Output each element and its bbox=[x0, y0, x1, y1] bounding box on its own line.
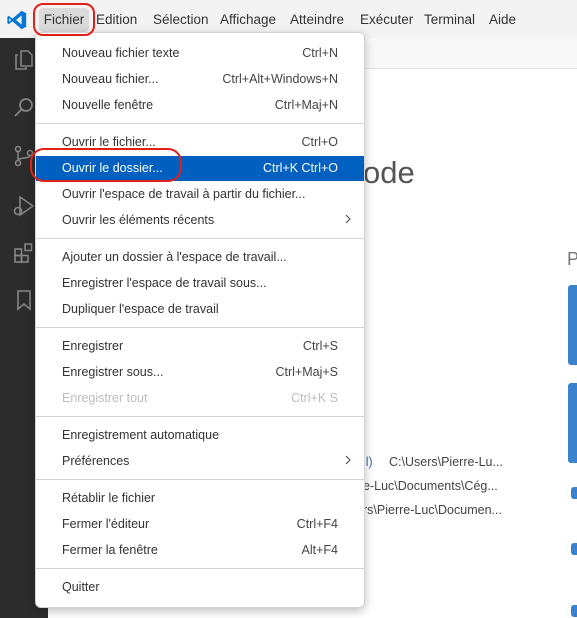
menu-item-shortcut: Ctrl+Alt+Windows+N bbox=[222, 72, 338, 86]
menu-executer[interactable]: Exécuter bbox=[360, 10, 413, 30]
annotation-circle-open-folder bbox=[30, 148, 182, 182]
walkthrough-item[interactable] bbox=[571, 487, 577, 499]
menu-item-label: Fermer l'éditeur bbox=[62, 517, 150, 531]
menu-item-label: Nouveau fichier texte bbox=[62, 46, 180, 60]
menu-item-label: Enregistrer l'espace de travail sous... bbox=[62, 276, 267, 290]
chevron-right-icon bbox=[345, 455, 351, 465]
menu-separator bbox=[36, 568, 364, 569]
menu-item-label: Enregistrer sous... bbox=[62, 365, 164, 379]
menu-item-label: Ouvrir les éléments récents bbox=[62, 213, 215, 227]
menu-atteindre[interactable]: Atteindre bbox=[290, 10, 344, 30]
menu-item-new-file[interactable]: Nouveau fichier... Ctrl+Alt+Windows+N bbox=[36, 67, 364, 92]
run-debug-icon[interactable] bbox=[12, 194, 36, 218]
walkthrough-item[interactable] bbox=[571, 605, 577, 617]
menu-separator bbox=[36, 123, 364, 124]
explorer-icon[interactable] bbox=[12, 48, 36, 72]
vscode-logo-icon bbox=[7, 10, 27, 30]
menu-item-preferences[interactable]: Préférences bbox=[36, 449, 364, 474]
menu-item-close-editor[interactable]: Fermer l'éditeur Ctrl+F4 bbox=[36, 512, 364, 537]
menu-terminal[interactable]: Terminal bbox=[424, 10, 475, 30]
menu-item-open-workspace-from-file[interactable]: Ouvrir l'espace de travail à partir du f… bbox=[36, 182, 364, 207]
menu-item-duplicate-workspace[interactable]: Dupliquer l'espace de travail bbox=[36, 297, 364, 322]
annotation-circle-fichier bbox=[33, 3, 95, 36]
recent-path: e-Luc\Documents\Cég... bbox=[363, 479, 498, 493]
menu-item-label: Dupliquer l'espace de travail bbox=[62, 302, 219, 316]
menu-item-shortcut: Alt+F4 bbox=[301, 543, 338, 557]
menu-item-label: Enregistrer bbox=[62, 339, 124, 353]
menu-item-label: Ajouter un dossier à l'espace de travail… bbox=[62, 250, 287, 264]
menu-aide[interactable]: Aide bbox=[489, 10, 516, 30]
menu-item-label: Préférences bbox=[62, 454, 130, 468]
recent-path: C:\Users\Pierre-Lu... bbox=[389, 455, 503, 469]
menu-edition[interactable]: Edition bbox=[96, 10, 137, 30]
extensions-icon[interactable] bbox=[12, 241, 36, 265]
menu-item-close-window[interactable]: Fermer la fenêtre Alt+F4 bbox=[36, 538, 364, 563]
recent-path: rs\Pierre-Luc\Documen... bbox=[363, 503, 502, 517]
menu-item-label: Rétablir le fichier bbox=[62, 491, 156, 505]
walkthrough-item[interactable] bbox=[571, 543, 577, 555]
menu-item-label: Ouvrir l'espace de travail à partir du f… bbox=[62, 187, 306, 201]
menu-item-shortcut: Ctrl+K Ctrl+O bbox=[262, 161, 338, 175]
welcome-title: ode bbox=[363, 155, 415, 190]
menu-item-shortcut: Ctrl+Maj+S bbox=[275, 365, 338, 379]
menu-item-label: Nouveau fichier... bbox=[62, 72, 159, 86]
menu-item-new-window[interactable]: Nouvelle fenêtre Ctrl+Maj+N bbox=[36, 93, 364, 118]
menu-item-save[interactable]: Enregistrer Ctrl+S bbox=[36, 334, 364, 359]
menu-selection[interactable]: Sélection bbox=[153, 10, 209, 30]
menu-item-open-recent[interactable]: Ouvrir les éléments récents bbox=[36, 208, 364, 233]
menu-item-shortcut: Ctrl+S bbox=[302, 339, 338, 353]
menu-affichage[interactable]: Affichage bbox=[220, 10, 276, 30]
search-icon[interactable] bbox=[12, 96, 36, 120]
menu-separator bbox=[36, 238, 364, 239]
menu-item-label: Nouvelle fenêtre bbox=[62, 98, 154, 112]
menu-item-new-text-file[interactable]: Nouveau fichier texte Ctrl+N bbox=[36, 41, 364, 66]
menu-item-save-workspace-as[interactable]: Enregistrer l'espace de travail sous... bbox=[36, 271, 364, 296]
menu-item-shortcut: Ctrl+Maj+N bbox=[274, 98, 338, 112]
walkthrough-card[interactable] bbox=[568, 383, 577, 463]
welcome-section-letter: P bbox=[567, 249, 577, 269]
menu-item-auto-save[interactable]: Enregistrement automatique bbox=[36, 423, 364, 448]
menu-item-revert-file[interactable]: Rétablir le fichier bbox=[36, 486, 364, 511]
menu-item-shortcut: Ctrl+F4 bbox=[296, 517, 338, 531]
menu-separator bbox=[36, 479, 364, 480]
menu-item-label: Enregistrement automatique bbox=[62, 428, 220, 442]
menu-item-label: Ouvrir le fichier... bbox=[62, 135, 156, 149]
menu-item-add-folder-to-workspace[interactable]: Ajouter un dossier à l'espace de travail… bbox=[36, 245, 364, 270]
menu-item-shortcut: Ctrl+O bbox=[301, 135, 338, 149]
menu-item-label: Enregistrer tout bbox=[62, 391, 148, 405]
menu-separator bbox=[36, 327, 364, 328]
menu-item-label: Fermer la fenêtre bbox=[62, 543, 158, 557]
menu-item-shortcut: Ctrl+K S bbox=[291, 391, 338, 405]
walkthrough-card[interactable] bbox=[568, 285, 577, 365]
chevron-right-icon bbox=[345, 214, 351, 224]
menu-item-label: Quitter bbox=[62, 580, 100, 594]
menu-item-shortcut: Ctrl+N bbox=[302, 46, 338, 60]
menu-item-save-all: Enregistrer tout Ctrl+K S bbox=[36, 386, 364, 411]
menu-separator bbox=[36, 416, 364, 417]
menu-item-save-as[interactable]: Enregistrer sous... Ctrl+Maj+S bbox=[36, 360, 364, 385]
file-menu-dropdown: Nouveau fichier texte Ctrl+N Nouveau fic… bbox=[35, 32, 365, 608]
bookmark-icon[interactable] bbox=[12, 288, 36, 312]
menu-item-quit[interactable]: Quitter bbox=[36, 575, 364, 600]
